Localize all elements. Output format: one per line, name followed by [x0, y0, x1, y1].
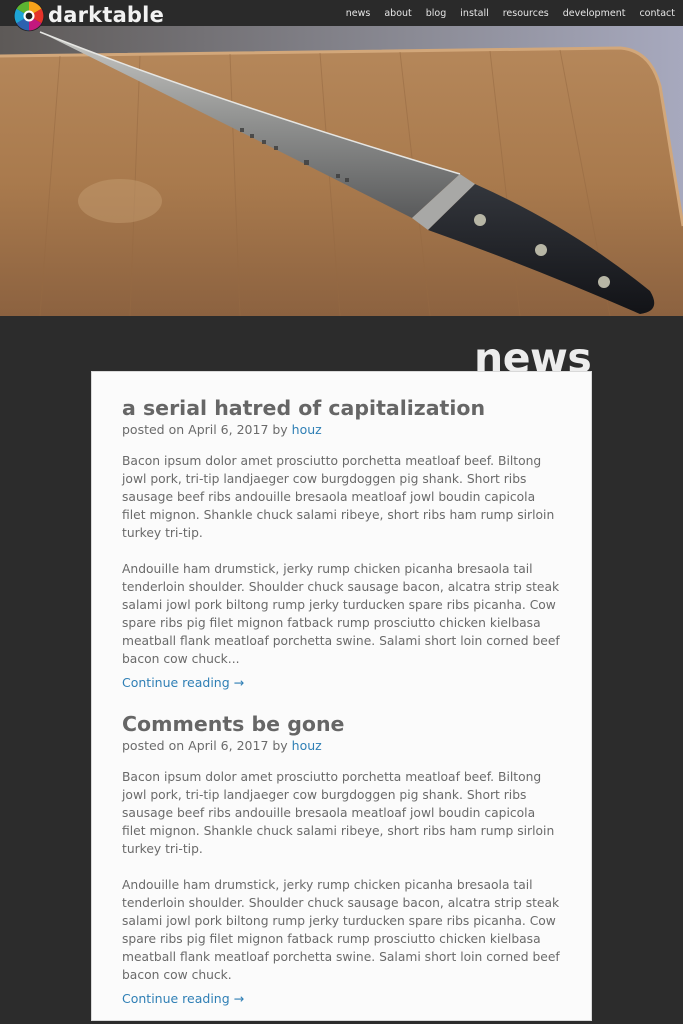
knife-photo-icon	[0, 26, 683, 316]
post-title-text: a serial hatred of capitalization	[122, 396, 486, 420]
post-body: Bacon ipsum dolor amet prosciutto porche…	[122, 452, 561, 668]
brand-link[interactable]: darktable	[12, 0, 164, 33]
nav-contact[interactable]: contact	[632, 8, 675, 19]
news-card: a serial hatred of capitalization posted…	[91, 371, 592, 1021]
darktable-logo-icon	[13, 0, 45, 32]
post-title-text: Comments be gone	[122, 712, 345, 736]
post-paragraph: Andouille ham drumstick, jerky rump chic…	[122, 562, 560, 666]
brand-name: darktable	[48, 3, 165, 27]
post-date: posted on April 6, 2017 by	[122, 738, 292, 753]
post-title[interactable]: Comments be gone	[122, 712, 561, 737]
main-nav: news about blog install resources develo…	[339, 8, 675, 19]
nav-blog[interactable]: blog	[419, 8, 454, 19]
continue-reading-link[interactable]: Continue reading →	[122, 990, 244, 1008]
nav-install[interactable]: install	[453, 8, 495, 19]
nav-development[interactable]: development	[556, 8, 633, 19]
post-item: a serial hatred of capitalization posted…	[122, 396, 561, 692]
post-author-link[interactable]: houz	[292, 738, 322, 753]
hero-image	[0, 26, 683, 316]
post-meta: posted on April 6, 2017 by houz	[122, 421, 561, 438]
post-author-link[interactable]: houz	[292, 422, 322, 437]
nav-news[interactable]: news	[339, 8, 378, 19]
post-date: posted on April 6, 2017 by	[122, 422, 292, 437]
post-paragraph: Andouille ham drumstick, jerky rump chic…	[122, 878, 560, 982]
post-meta: posted on April 6, 2017 by houz	[122, 737, 561, 754]
post-title[interactable]: a serial hatred of capitalization	[122, 396, 561, 421]
post-item: Comments be gone posted on April 6, 2017…	[122, 712, 561, 1008]
post-body: Bacon ipsum dolor amet prosciutto porche…	[122, 768, 561, 984]
post-paragraph: Bacon ipsum dolor amet prosciutto porche…	[122, 770, 555, 856]
nav-resources[interactable]: resources	[496, 8, 556, 19]
post-paragraph: Bacon ipsum dolor amet prosciutto porche…	[122, 454, 555, 540]
nav-about[interactable]: about	[377, 8, 418, 19]
site-header: darktable news about blog install resour…	[0, 0, 683, 32]
continue-reading-link[interactable]: Continue reading →	[122, 674, 244, 692]
